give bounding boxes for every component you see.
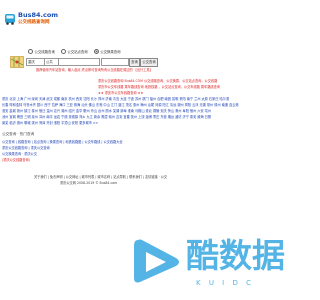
radio-label: 公交换乘查询 [100, 50, 121, 54]
hot-query-line-4[interactable]: (重庆公交线路查询) [2, 158, 30, 163]
search-type-options: 公交线路查询 公交站点查询 公交换乘查询 [28, 49, 121, 54]
hot-query-line-3[interactable]: 公交换乘查询 · 重庆公交 [2, 152, 37, 157]
city-links-row-2[interactable]: 长春 呼和浩特 乌鲁木齐 银川 西宁 拉萨 海口 三亚 珠海 汕头 佛山 东莞 … [2, 103, 239, 108]
end-input[interactable] [101, 58, 129, 66]
transit-search-button[interactable]: 公交查询 [140, 57, 158, 67]
radio-dot[interactable] [28, 49, 33, 54]
bus-logo-icon [5, 14, 15, 25]
play-logo-icon [134, 239, 179, 283]
search-button[interactable]: 查询 [129, 57, 140, 67]
notice-line-3[interactable]: ★★ 重庆市公交车线路查询 ★★ [98, 91, 143, 96]
logo-slogan: 公交线路查询网 [18, 20, 50, 25]
watermark-subtext: K U I D C [196, 279, 254, 287]
city-links-row-1[interactable]: 重庆 北京 上海 广州 深圳 天津 武汉 成都 南京 杭州 西安 沈阳 长沙 郑… [2, 97, 229, 102]
radio-label: 公交站点查询 [67, 50, 88, 54]
radio-dot[interactable] [60, 49, 66, 54]
city-links-row-5[interactable]: 莱芜 临沂 德州 聊城 滨州 菏泽 开封 洛阳 平顶山 安阳 更多城市 >> [2, 121, 98, 126]
logo-domain: Bus84.com [18, 11, 59, 19]
map-icon [10, 56, 24, 68]
radio-transfer-query[interactable]: 公交换乘查询 [93, 49, 121, 54]
notice-line-2: 重庆市公交车线路 乘车路线查询 地铁线路 ，公交站点查询，公交车线路 乘车路线查… [98, 85, 220, 89]
search-hint: 推荐使用汽车站查询，输入起点 终点即可查询所有公交线路在周边的 【出行工具】 [36, 68, 153, 72]
radio-dot-selected[interactable] [93, 49, 99, 54]
start-input[interactable] [58, 58, 100, 66]
notice-line-1: 重庆公交线路查询 Bus84.COM 公交线路查询，公交换乘，公交站点查询，公交… [98, 79, 218, 83]
hot-query-line-2[interactable]: 重庆公交线路查询 | 重庆公交查询 [2, 146, 50, 151]
watermark: 酷数据 K U I D C [130, 228, 300, 300]
radio-label: 公交线路查询 [34, 50, 55, 54]
footer-copyright: 重庆公交网 2008-2019 © Bus84.com [60, 181, 118, 185]
footer-links[interactable]: 关于我们 | 免责声明 | 公交网址 | 城市列表 | 城市名称 | 站点导航 … [34, 175, 167, 180]
watermark-text: 酷数据 [186, 236, 285, 275]
site-logo[interactable]: Bus84.com 公交线路查询网 [4, 10, 64, 36]
hot-query-line-1[interactable]: 公交查询 | 线路查询 | 站点查询 | 换乘查询 | 地铁线路图 | 公交车路… [2, 140, 123, 145]
search-bar: 重庆 公共 查询 公交查询 [10, 56, 158, 68]
city-links-row-3[interactable]: 淮安 盐城 扬州 镇江 泰州 宿迁 温州 嘉兴 湖州 绍兴 金华 衢州 舟山 台… [2, 109, 211, 114]
city-links-row-4[interactable]: 池州 宣城 莆田 三明 泉州 漳州 南平 龙岩 宁德 景德镇 萍乡 九江 新余 … [2, 115, 211, 120]
city-select[interactable]: 重庆 [26, 58, 46, 66]
section-title: 公交查询 · 热门查询 [2, 132, 35, 136]
radio-stop-query[interactable]: 公交站点查询 [60, 49, 88, 54]
radio-line-query[interactable]: 公交线路查询 [28, 49, 55, 54]
